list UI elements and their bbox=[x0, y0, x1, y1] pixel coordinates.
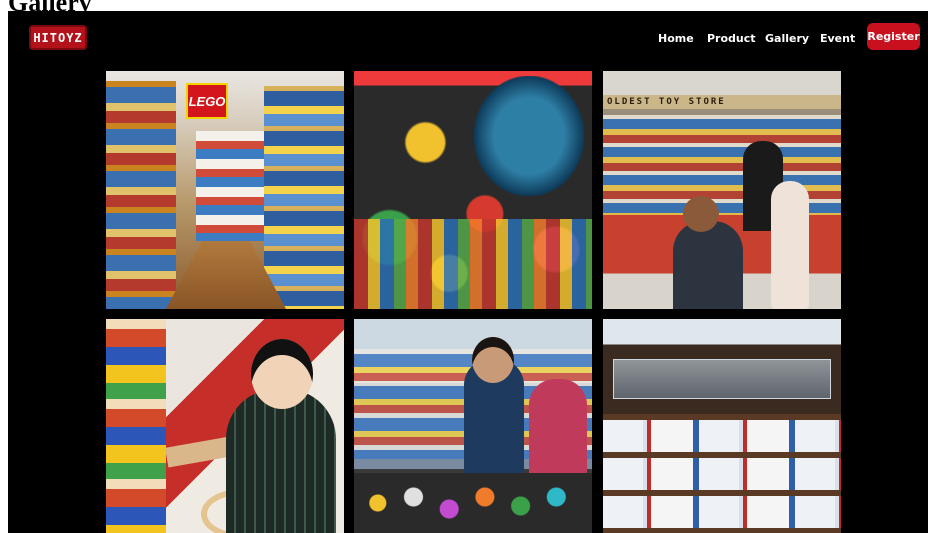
nav-product[interactable]: Product bbox=[707, 31, 756, 47]
site-frame: HITOYZ Home Product Gallery Event Regist… bbox=[8, 11, 928, 533]
gallery-photo-woman-in-store[interactable] bbox=[354, 319, 592, 533]
photo-right-shelf bbox=[264, 86, 344, 309]
photo-boy-head bbox=[251, 339, 313, 409]
photo-decor-tree bbox=[474, 76, 584, 196]
register-button[interactable]: Register bbox=[867, 23, 920, 50]
lego-sign-text: LEGO bbox=[188, 93, 226, 109]
photo-glass-cabinet bbox=[613, 359, 831, 399]
photo-toy-shelf bbox=[354, 219, 592, 309]
nav-gallery[interactable]: Gallery bbox=[765, 31, 809, 47]
photo-plush-balls bbox=[354, 473, 592, 533]
gallery-photo-colorful-store[interactable] bbox=[354, 71, 592, 309]
photo-girl bbox=[771, 181, 809, 309]
store-banner: OLDEST TOY STORE bbox=[603, 95, 841, 109]
photo-back-shelves bbox=[196, 131, 266, 241]
photo-block-tower bbox=[106, 319, 166, 533]
photo-boy bbox=[226, 389, 336, 533]
gallery-photo-lego-store[interactable]: LEGO bbox=[106, 71, 344, 309]
photo-kid bbox=[673, 221, 743, 309]
nav-event[interactable]: Event bbox=[820, 31, 855, 47]
gallery-photo-oldest-toy-store[interactable]: OLDEST TOY STORE bbox=[603, 71, 841, 309]
main-nav: Home Product Gallery Event bbox=[8, 31, 928, 51]
photo-kid-head bbox=[683, 196, 719, 232]
nav-home[interactable]: Home bbox=[658, 31, 694, 47]
photo-woman-head bbox=[472, 337, 514, 383]
photo-left-shelf bbox=[106, 81, 176, 309]
gallery-photo-model-cars[interactable] bbox=[603, 319, 841, 533]
gallery-photo-boy-with-toy[interactable] bbox=[106, 319, 344, 533]
photo-model-boxes bbox=[603, 414, 841, 533]
lego-sign: LEGO bbox=[186, 83, 228, 119]
